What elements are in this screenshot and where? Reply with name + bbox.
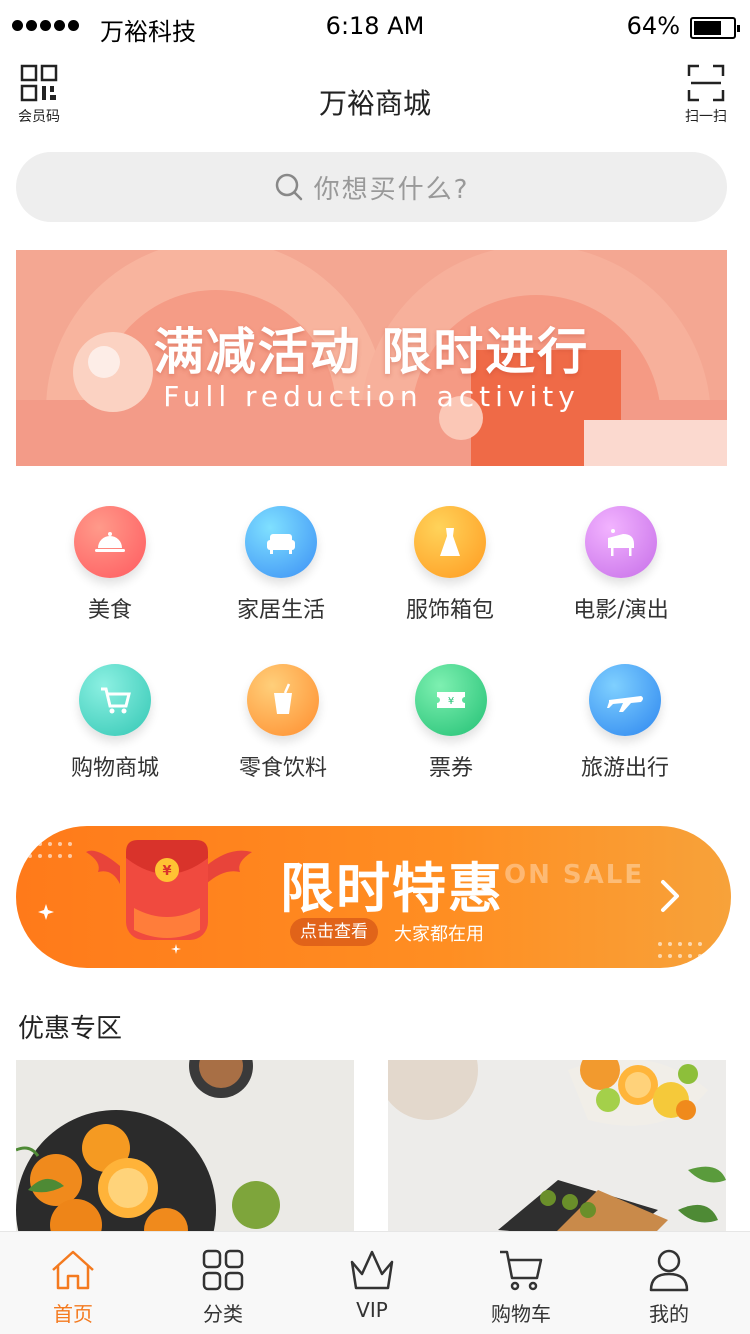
status-bar: 万裕科技 6:18 AM 64% (0, 0, 750, 54)
flash-sale-title: 限时特惠 (280, 857, 504, 920)
category-tickets[interactable]: ¥ 票券 (366, 664, 536, 782)
scan-icon (687, 64, 725, 102)
category-label: 电影/演出 (573, 598, 669, 623)
promo-banner[interactable]: 满减活动 限时进行 Full reduction activity (16, 250, 727, 466)
category-apparel[interactable]: 服饰箱包 (365, 506, 535, 624)
promo-note: 大家都在用 (394, 924, 484, 945)
tab-profile[interactable]: 我的 (614, 1246, 724, 1327)
svg-text:¥: ¥ (448, 696, 454, 707)
on-sale-watermark: ON SALE (504, 860, 645, 890)
tab-category[interactable]: 分类 (168, 1246, 278, 1327)
battery-icon (690, 17, 740, 39)
deal-card[interactable] (16, 1060, 354, 1240)
grid-icon (202, 1249, 244, 1291)
airplane-icon (589, 664, 661, 736)
tab-label: 分类 (203, 1302, 243, 1326)
tab-label: 我的 (649, 1302, 689, 1326)
tab-label: VIP (356, 1298, 388, 1322)
cart-icon (500, 1250, 543, 1291)
tab-vip[interactable]: VIP (317, 1246, 427, 1322)
category-snacks[interactable]: 零食饮料 (198, 664, 368, 782)
tab-label: 购物车 (491, 1302, 551, 1326)
sofa-icon (245, 506, 317, 578)
flash-sale-banner[interactable]: ¥ 限时特惠 ON SALE 点击查看 大家都在用 (16, 826, 731, 968)
piano-icon (585, 506, 657, 578)
fruit-platter-image (388, 1060, 726, 1240)
nav-bar: 会员码 万裕商城 扫一扫 (0, 56, 750, 136)
user-icon (649, 1249, 689, 1292)
tab-label: 首页 (53, 1302, 93, 1326)
search-icon (275, 173, 302, 201)
tab-cart[interactable]: 购物车 (466, 1246, 576, 1327)
search-input[interactable]: 你想买什么? (314, 169, 470, 206)
banner-title: 满减活动 限时进行 (153, 323, 590, 381)
scan-label: 扫一扫 (685, 109, 727, 125)
battery-percent: 64% (626, 12, 680, 40)
category-label: 美食 (87, 598, 132, 623)
oranges-image (16, 1060, 354, 1240)
category-food[interactable]: 美食 (25, 506, 195, 624)
tab-bar: 首页 分类 VIP 购物车 我的 (0, 1231, 750, 1334)
dress-icon (414, 506, 486, 578)
scan-button[interactable]: 扫一扫 (678, 64, 734, 126)
page-title: 万裕商城 (318, 87, 431, 120)
crown-icon (350, 1250, 394, 1290)
food-cloche-icon (74, 506, 146, 578)
section-title: 优惠专区 (18, 1014, 123, 1044)
drink-cup-icon (247, 664, 319, 736)
category-mall[interactable]: 购物商城 (30, 664, 200, 782)
tab-home[interactable]: 首页 (18, 1246, 128, 1327)
category-label: 零食饮料 (238, 756, 327, 781)
category-movies[interactable]: 电影/演出 (536, 506, 706, 624)
category-label: 家居生活 (236, 598, 325, 623)
view-details-pill[interactable]: 点击查看 (290, 918, 378, 946)
category-label: 票券 (428, 756, 473, 781)
chevron-right-icon[interactable] (655, 878, 685, 914)
deal-card[interactable] (388, 1060, 726, 1240)
banner-subtitle: Full reduction activity (163, 380, 580, 413)
cart-icon (79, 664, 151, 736)
search-bar[interactable]: 你想买什么? (16, 152, 727, 222)
ticket-icon: ¥ (415, 664, 487, 736)
category-label: 服饰箱包 (405, 598, 494, 623)
svg-text:¥: ¥ (162, 864, 171, 879)
category-travel[interactable]: 旅游出行 (540, 664, 710, 782)
category-home[interactable]: 家居生活 (196, 506, 366, 624)
home-icon (52, 1250, 94, 1290)
category-label: 旅游出行 (580, 756, 669, 781)
category-label: 购物商城 (70, 756, 159, 781)
